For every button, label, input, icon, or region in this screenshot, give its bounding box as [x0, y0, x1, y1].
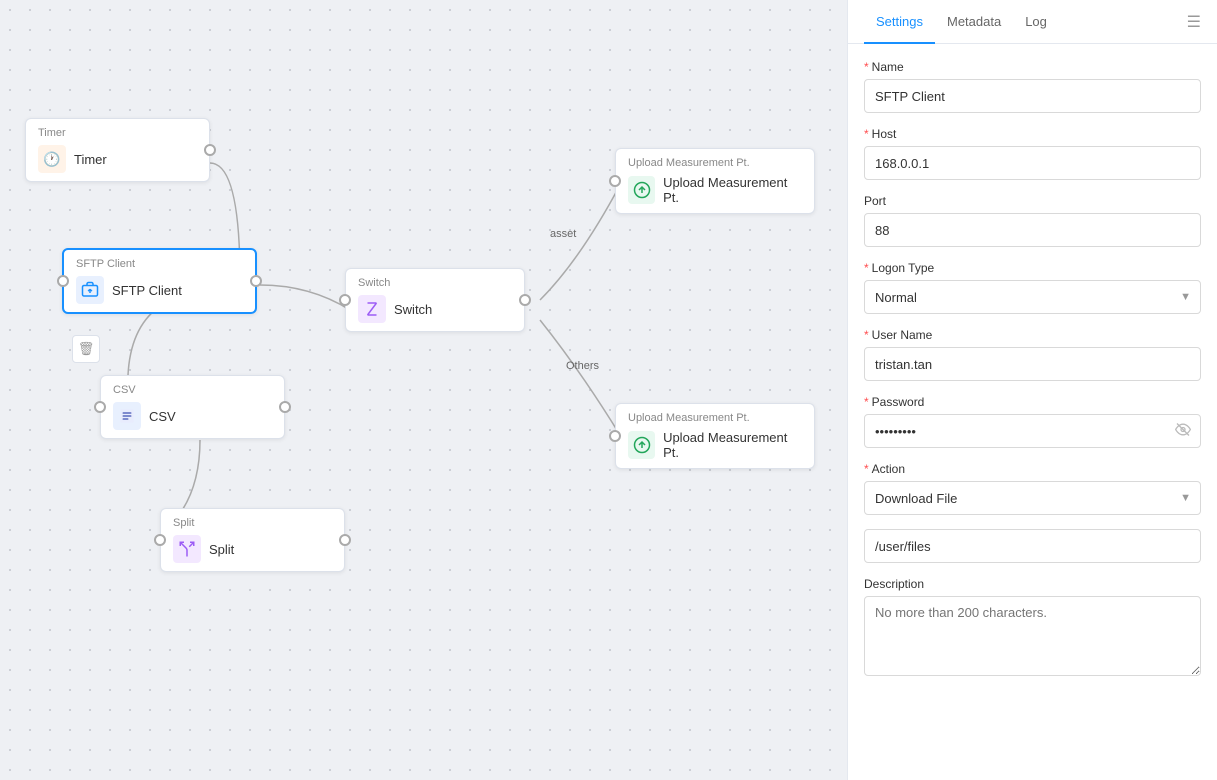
form-label-username: * User Name: [864, 328, 1201, 342]
tabs-menu-icon[interactable]: ☰: [1187, 12, 1201, 32]
path-input[interactable]: [864, 529, 1201, 563]
form-group-path: [864, 529, 1201, 563]
form-group-port: Port: [864, 194, 1201, 247]
node-upload2-header: Upload Measurement Pt.: [628, 412, 802, 424]
node-split-header: Split: [173, 517, 332, 529]
node-timer[interactable]: Timer 🕐 Timer: [25, 118, 210, 182]
form-label-action: * Action: [864, 462, 1201, 476]
node-upload1-header: Upload Measurement Pt.: [628, 157, 802, 169]
node-csv-label: CSV: [149, 409, 176, 424]
node-timer-label: Timer: [74, 152, 107, 167]
node-switch-header: Switch: [358, 277, 512, 289]
node-split-label: Split: [209, 542, 234, 557]
node-csv-icon: [113, 402, 141, 430]
required-star-host: *: [864, 127, 869, 141]
node-timer-icon: 🕐: [38, 145, 66, 173]
tab-settings[interactable]: Settings: [864, 0, 935, 44]
node-timer-port-right[interactable]: [204, 144, 216, 156]
node-upload2-icon: [628, 431, 655, 459]
node-switch-port-right[interactable]: [519, 294, 531, 306]
required-star-username: *: [864, 328, 869, 342]
node-switch-label: Switch: [394, 302, 432, 317]
node-split-icon: [173, 535, 201, 563]
node-switch[interactable]: Switch Switch: [345, 268, 525, 332]
node-upload1-icon: [628, 176, 655, 204]
required-star-logon: *: [864, 261, 869, 275]
node-split[interactable]: Split Split: [160, 508, 345, 572]
tab-log[interactable]: Log: [1013, 0, 1059, 44]
description-textarea[interactable]: [864, 596, 1201, 676]
node-csv[interactable]: CSV CSV: [100, 375, 285, 439]
node-switch-port-left[interactable]: [339, 294, 351, 306]
node-timer-header: Timer: [38, 127, 197, 139]
node-sftp[interactable]: SFTP Client SFTP Client: [62, 248, 257, 314]
port-input[interactable]: [864, 213, 1201, 247]
password-input[interactable]: [864, 414, 1201, 448]
username-input[interactable]: [864, 347, 1201, 381]
delete-icon[interactable]: 🗑: [72, 335, 100, 363]
node-csv-port-right[interactable]: [279, 401, 291, 413]
node-csv-header: CSV: [113, 384, 272, 396]
required-star-name: *: [864, 60, 869, 74]
node-upload1[interactable]: Upload Measurement Pt. Upload Measuremen…: [615, 148, 815, 214]
form-group-action: * Action Download File Upload File List …: [864, 462, 1201, 515]
node-switch-icon: [358, 295, 386, 323]
form-group-name: * Name: [864, 60, 1201, 113]
node-upload2-label: Upload Measurement Pt.: [663, 430, 802, 460]
logon-type-select[interactable]: Normal Key Anonymous: [864, 280, 1201, 314]
node-sftp-icon: [76, 276, 104, 304]
required-star-password: *: [864, 395, 869, 409]
node-sftp-port-right[interactable]: [250, 275, 262, 287]
node-split-port-left[interactable]: [154, 534, 166, 546]
form-label-logon-type: * Logon Type: [864, 261, 1201, 275]
form-group-username: * User Name: [864, 328, 1201, 381]
action-select-wrapper: Download File Upload File List Files Del…: [864, 481, 1201, 515]
form-group-password: * Password: [864, 395, 1201, 448]
tab-metadata[interactable]: Metadata: [935, 0, 1013, 44]
password-toggle-icon[interactable]: [1175, 422, 1191, 441]
canvas[interactable]: asset Others Timer 🕐 Timer SFTP Client S…: [0, 0, 847, 780]
form-group-logon-type: * Logon Type Normal Key Anonymous ▼: [864, 261, 1201, 314]
right-panel: Settings Metadata Log ☰ * Name * Host Po…: [847, 0, 1217, 780]
logon-type-select-wrapper: Normal Key Anonymous ▼: [864, 280, 1201, 314]
node-upload2-port-left[interactable]: [609, 430, 621, 442]
node-sftp-port-left[interactable]: [57, 275, 69, 287]
form-label-description: Description: [864, 577, 1201, 591]
required-star-action: *: [864, 462, 869, 476]
node-upload2[interactable]: Upload Measurement Pt. Upload Measuremen…: [615, 403, 815, 469]
password-wrapper: [864, 414, 1201, 448]
form-group-host: * Host: [864, 127, 1201, 180]
form-area: * Name * Host Port * Logon Type: [848, 44, 1217, 780]
node-upload1-label: Upload Measurement Pt.: [663, 175, 802, 205]
node-upload1-port-left[interactable]: [609, 175, 621, 187]
node-split-port-right[interactable]: [339, 534, 351, 546]
tabs-bar: Settings Metadata Log ☰: [848, 0, 1217, 44]
node-sftp-header: SFTP Client: [76, 258, 243, 270]
form-label-password: * Password: [864, 395, 1201, 409]
node-sftp-label: SFTP Client: [112, 283, 182, 298]
form-group-description: Description: [864, 577, 1201, 679]
action-select[interactable]: Download File Upload File List Files Del…: [864, 481, 1201, 515]
host-input[interactable]: [864, 146, 1201, 180]
form-label-name: * Name: [864, 60, 1201, 74]
form-label-port: Port: [864, 194, 1201, 208]
name-input[interactable]: [864, 79, 1201, 113]
edge-label-asset: asset: [550, 228, 576, 240]
edge-label-others: Others: [566, 360, 599, 372]
node-csv-port-left[interactable]: [94, 401, 106, 413]
form-label-host: * Host: [864, 127, 1201, 141]
